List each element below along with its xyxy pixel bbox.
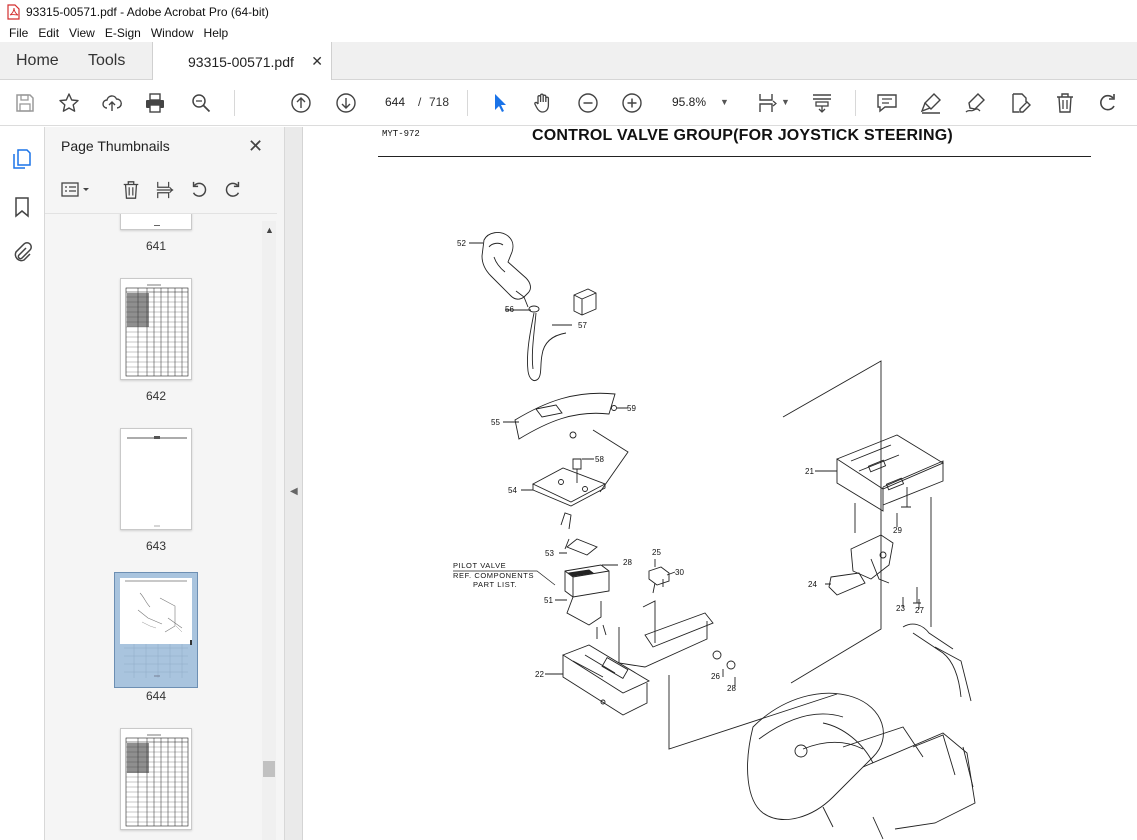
- sign-icon[interactable]: [963, 91, 987, 115]
- menu-view[interactable]: View: [64, 26, 100, 40]
- rotate-icon[interactable]: [1096, 91, 1120, 115]
- svg-text:52: 52: [457, 239, 466, 248]
- svg-text:24: 24: [808, 580, 817, 589]
- menu-window[interactable]: Window: [146, 26, 199, 40]
- svg-text:56: 56: [505, 305, 514, 314]
- rotate-left-icon[interactable]: [188, 179, 210, 201]
- thumbnail-label: 643: [145, 539, 167, 553]
- attachment-icon[interactable]: [10, 240, 34, 264]
- tab-document[interactable]: 93315-00571.pdf ✕: [152, 42, 332, 81]
- bookmark-icon[interactable]: [10, 195, 34, 219]
- rotate-right-icon[interactable]: [222, 179, 244, 201]
- window-title: 93315-00571.pdf - Adobe Acrobat Pro (64-…: [26, 5, 269, 19]
- menu-help[interactable]: Help: [199, 26, 234, 40]
- close-panel-icon[interactable]: ✕: [248, 136, 263, 157]
- svg-text:REF. COMPONENTS: REF. COMPONENTS: [453, 571, 534, 580]
- panel-splitter[interactable]: [285, 127, 303, 840]
- toolbar-separator: [467, 90, 468, 116]
- svg-text:57: 57: [578, 321, 587, 330]
- collapse-panel-icon[interactable]: ◀: [290, 486, 298, 497]
- highlight-icon[interactable]: [919, 91, 943, 115]
- scroll-up-icon[interactable]: ▲: [265, 225, 274, 235]
- title-bar: 93315-00571.pdf - Adobe Acrobat Pro (64-…: [0, 0, 1137, 24]
- upload-icon[interactable]: [100, 91, 124, 115]
- chevron-down-icon: ▼: [720, 97, 729, 107]
- thumbnails-panel: Page Thumbnails ✕ 641 642 643 644 ▲: [45, 127, 285, 840]
- thumbnail-tools: [45, 169, 285, 209]
- thumbnail-page-643[interactable]: [120, 428, 192, 530]
- thumbnail-list: 641 642 643 644: [45, 213, 277, 840]
- menu-file[interactable]: File: [4, 26, 33, 40]
- svg-text:53: 53: [545, 549, 554, 558]
- tab-tools[interactable]: Tools: [88, 42, 125, 80]
- hand-icon[interactable]: [531, 91, 555, 115]
- parts-diagram: 52 56 57 55 59 58 54 53 28 25 30 51 22 2…: [453, 232, 976, 840]
- svg-text:23: 23: [896, 604, 905, 613]
- thumbnail-label: 642: [145, 389, 167, 403]
- svg-text:55: 55: [491, 418, 500, 427]
- svg-text:51: 51: [544, 596, 553, 605]
- page-total: 718: [429, 95, 450, 109]
- extract-pages-icon[interactable]: [154, 179, 176, 201]
- edit-icon[interactable]: [1008, 91, 1032, 115]
- menu-bar: File Edit View E-Sign Window Help: [0, 24, 1137, 42]
- page-number-input[interactable]: [378, 91, 412, 113]
- svg-text:21: 21: [805, 467, 814, 476]
- svg-text:28: 28: [727, 684, 736, 693]
- zoom-out-icon[interactable]: [576, 91, 600, 115]
- prev-page-icon[interactable]: [289, 91, 313, 115]
- delete-icon[interactable]: [1053, 91, 1077, 115]
- thumbnail-page-642[interactable]: [120, 278, 192, 380]
- toolbar-separator: [234, 90, 235, 116]
- svg-text:27: 27: [915, 606, 924, 615]
- chevron-down-icon[interactable]: ▼: [781, 97, 790, 107]
- next-page-icon[interactable]: [334, 91, 358, 115]
- thumbnail-page-645[interactable]: [120, 728, 192, 830]
- svg-text:30: 30: [675, 568, 684, 577]
- svg-text:PILOT VALVE: PILOT VALVE: [453, 561, 506, 570]
- pdf-app-icon: [7, 4, 20, 20]
- svg-text:54: 54: [508, 486, 517, 495]
- thumbnail-page-641[interactable]: [120, 214, 192, 230]
- tab-document-label: 93315-00571.pdf: [188, 53, 294, 70]
- svg-text:22: 22: [535, 670, 544, 679]
- tab-home[interactable]: Home: [16, 42, 59, 80]
- find-icon[interactable]: [189, 91, 213, 115]
- select-cursor-icon[interactable]: [488, 91, 512, 115]
- page-separator: /: [418, 95, 422, 109]
- zoom-dropdown[interactable]: 95.8% ▼: [663, 91, 733, 113]
- svg-text:28: 28: [623, 558, 632, 567]
- scroll-mode-icon[interactable]: [810, 91, 834, 115]
- thumbnail-label: 644: [145, 689, 167, 703]
- main-toolbar: ▼: [0, 80, 1137, 126]
- star-icon[interactable]: [57, 91, 81, 115]
- svg-text:PART LIST.: PART LIST.: [473, 580, 517, 589]
- thumbnail-scrollbar[interactable]: ▲: [262, 221, 276, 840]
- thumbnail-page-644[interactable]: [120, 578, 192, 680]
- document-view[interactable]: MYT-972 CONTROL VALVE GROUP(FOR JOYSTICK…: [303, 127, 1137, 840]
- zoom-value: 95.8%: [672, 95, 707, 109]
- menu-esign[interactable]: E-Sign: [100, 26, 146, 40]
- thumbnail-label: 641: [145, 239, 167, 253]
- left-rail: [0, 127, 45, 840]
- svg-text:59: 59: [627, 404, 636, 413]
- svg-text:58: 58: [595, 455, 604, 464]
- zoom-in-icon[interactable]: [620, 91, 644, 115]
- page-thumbnails-icon[interactable]: [10, 147, 34, 171]
- print-icon[interactable]: [143, 91, 167, 115]
- scrollbar-thumb[interactable]: [263, 761, 275, 777]
- svg-text:26: 26: [711, 672, 720, 681]
- svg-text:29: 29: [893, 526, 902, 535]
- tab-bar: Home Tools 93315-00571.pdf ✕: [0, 42, 1137, 81]
- toolbar-separator: [855, 90, 856, 116]
- svg-text:25: 25: [652, 548, 661, 557]
- save-icon[interactable]: [13, 91, 37, 115]
- thumbnail-options-icon[interactable]: [61, 179, 91, 201]
- close-tab-icon[interactable]: ✕: [311, 53, 323, 70]
- delete-page-icon[interactable]: [120, 179, 142, 201]
- page-layout-icon[interactable]: [756, 91, 780, 115]
- panel-title: Page Thumbnails: [61, 138, 170, 154]
- menu-edit[interactable]: Edit: [33, 26, 64, 40]
- comment-icon[interactable]: [875, 91, 899, 115]
